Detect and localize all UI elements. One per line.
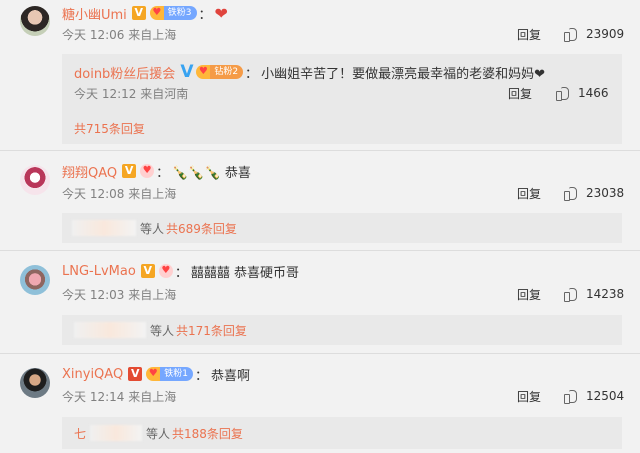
like-count: 12504 — [586, 388, 625, 403]
verified-badge-icon: V — [140, 264, 155, 278]
view-replies-link[interactable]: 共171条回复 — [176, 322, 247, 339]
comment-4: XinyiQAQ V ♥ 铁粉1 ： 恭喜啊 今天 12:14 来自上海 回复 1… — [0, 354, 640, 453]
others-label: 等人 — [146, 426, 171, 441]
reply-button[interactable]: 回复 — [508, 85, 532, 102]
timestamp: 今天 12:08 来自上海 — [62, 187, 177, 201]
blurred-user-names — [72, 220, 136, 236]
blurred-user-names — [74, 322, 146, 338]
comment-1: 糖小幽Umi V ♥ 铁粉3 ： ❤ 今天 12:06 来自上海 回复 23909… — [0, 0, 640, 150]
reply-button[interactable]: 回复 — [517, 26, 541, 43]
reply-button[interactable]: 回复 — [517, 286, 541, 303]
reply-summary-box[interactable]: 等人 共689条回复 — [62, 213, 622, 243]
verified-badge-icon: V — [122, 164, 137, 178]
separator-colon: ： — [198, 7, 212, 23]
heart-icon: ♥ — [140, 164, 155, 178]
user-name[interactable]: 糖小幽Umi — [62, 4, 127, 23]
timestamp: 今天 12:03 来自上海 — [62, 288, 177, 302]
reply-content: 小幽姐辛苦了！要做最漂亮最幸福的老婆和妈妈❤ — [261, 66, 545, 82]
like-button[interactable]: 23909 — [563, 26, 625, 42]
timestamp: 今天 12:14 来自上海 — [62, 390, 177, 404]
heart-icon: ♥ — [158, 264, 173, 278]
reply-button[interactable]: 回复 — [517, 388, 541, 405]
heart-icon: ♥ — [149, 6, 164, 20]
user-name[interactable]: 翔翔QAQ — [62, 162, 117, 181]
thumbs-up-icon — [563, 185, 578, 201]
thumbs-up-icon — [563, 26, 578, 42]
timestamp: 今天 12:06 来自上海 — [62, 28, 177, 42]
thumbs-up-icon — [555, 85, 570, 101]
comment-content: 囍囍囍 恭喜硬币哥 — [190, 265, 299, 281]
like-count: 1466 — [578, 85, 609, 100]
fan-badge: ♥ 铁粉1 — [146, 367, 193, 381]
comment-content: 🍾🍾🍾 恭喜 — [172, 165, 251, 181]
others-label: 等人 — [150, 323, 175, 338]
comment-content: 恭喜啊 — [210, 368, 250, 384]
heart-icon: ♥ — [146, 367, 161, 381]
verified-badge-icon: V — [128, 367, 143, 381]
view-replies-link[interactable]: 共715条回复 — [74, 120, 145, 137]
view-replies-link[interactable]: 共188条回复 — [172, 425, 243, 442]
others-label: 等人 — [140, 221, 165, 236]
fan-badge: ♥ — [140, 164, 155, 178]
like-count: 23909 — [586, 26, 625, 41]
like-count: 23038 — [586, 185, 625, 200]
comment-3: LNG-LvMao V ♥ ： 囍囍囍 恭喜硬币哥 今天 12:03 来自上海 … — [0, 251, 640, 349]
like-count: 14238 — [586, 286, 625, 301]
heart-icon: ♥ — [196, 65, 211, 79]
thumbs-up-icon — [563, 388, 578, 404]
separator-colon: ： — [245, 66, 259, 82]
fan-badge: ♥ 铁粉3 — [149, 6, 197, 20]
like-button[interactable]: 1466 — [555, 85, 609, 101]
like-button[interactable]: 12504 — [563, 388, 625, 404]
like-button[interactable]: 14238 — [563, 286, 625, 302]
user-avatar[interactable] — [20, 265, 50, 295]
thumbs-up-icon — [563, 286, 578, 302]
reply-summary-box[interactable]: 七 等人 共188条回复 — [62, 417, 622, 449]
comment-2: 翔翔QAQ V ♥ ： 🍾🍾🍾 恭喜 今天 12:08 来自上海 回复 2303… — [0, 151, 640, 249]
like-button[interactable]: 23038 — [563, 185, 625, 201]
reply-timestamp: 今天 12:12 来自河南 — [74, 87, 189, 101]
user-avatar[interactable] — [20, 6, 50, 36]
user-name[interactable]: LNG-LvMao — [62, 264, 136, 279]
verified-badge-icon: V — [131, 6, 146, 20]
user-avatar[interactable] — [20, 368, 50, 398]
view-replies-link[interactable]: 共689条回复 — [166, 220, 237, 237]
reply-button[interactable]: 回复 — [517, 185, 541, 202]
fan-badge: ♥ — [158, 264, 173, 278]
comment-content: ❤ — [214, 3, 228, 23]
user-avatar[interactable] — [20, 165, 50, 195]
separator-colon: ： — [156, 165, 170, 181]
blurred-user-names — [90, 425, 143, 441]
separator-colon: ： — [174, 265, 188, 281]
reply-preview-box: doinb粉丝后援会 V ♥ 钻粉2 ： 小幽姐辛苦了！要做最漂亮最幸福的老婆和妈… — [62, 54, 622, 144]
reply-summary-box[interactable]: 等人 共171条回复 — [62, 315, 622, 345]
verified-blue-icon: V — [180, 62, 194, 82]
separator-colon: ： — [194, 368, 208, 384]
reply-user-name[interactable]: doinb粉丝后援会 — [74, 63, 175, 82]
reply-first-user[interactable]: 七 — [74, 425, 86, 442]
user-name[interactable]: XinyiQAQ — [62, 367, 123, 382]
fan-badge: ♥ 钻粉2 — [196, 65, 244, 79]
